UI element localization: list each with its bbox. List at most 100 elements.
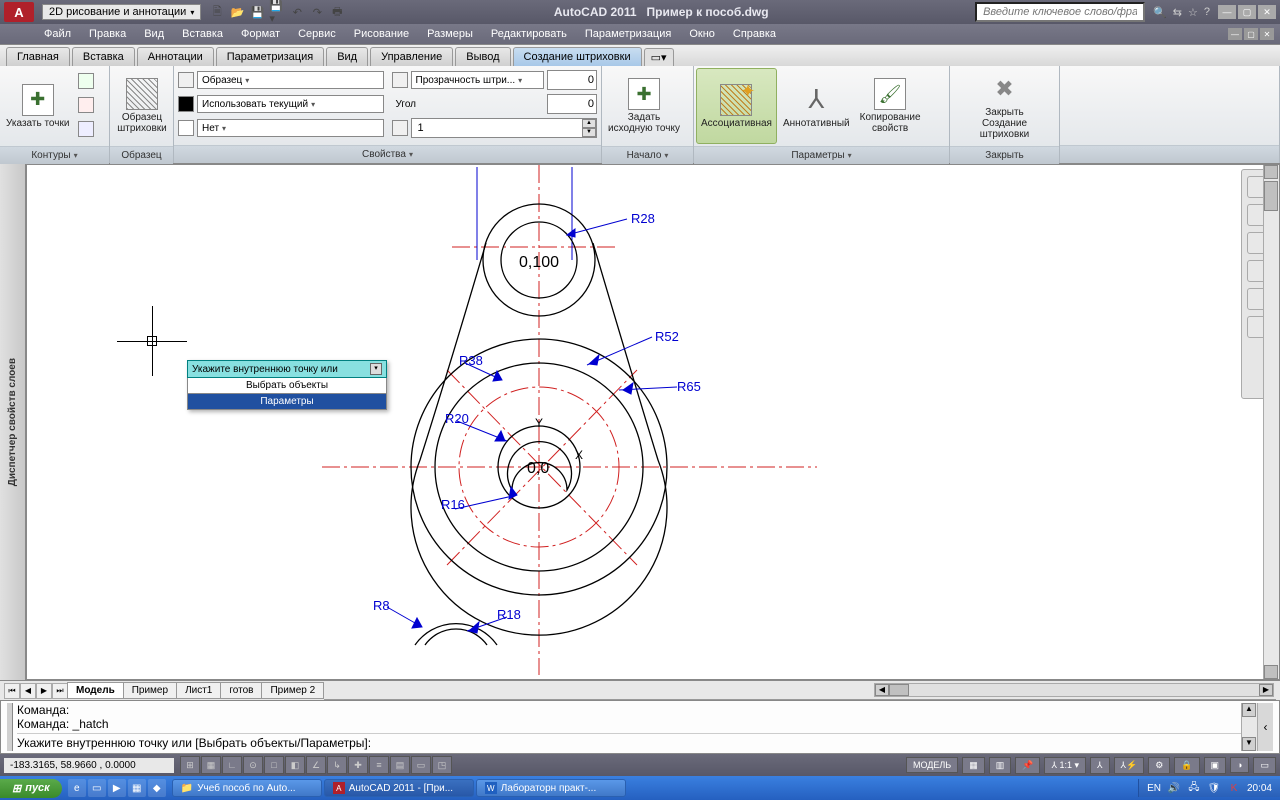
polar-toggle[interactable]: ⊙	[243, 756, 263, 774]
background-dropdown[interactable]: Нет	[197, 119, 384, 137]
layout-tab-model[interactable]: Модель	[67, 682, 124, 699]
tray-clock[interactable]: 20:04	[1247, 783, 1272, 794]
coords-readout[interactable]: -183.3165, 58.9660 , 0.0000	[4, 758, 174, 773]
lang-indicator[interactable]: EN	[1147, 783, 1161, 794]
spinner-up[interactable]: ▲	[582, 119, 596, 128]
cmd-expand-button[interactable]: ‹	[1257, 703, 1273, 751]
mdi-minimize[interactable]: —	[1228, 28, 1242, 40]
tray-kaspersky-icon[interactable]: K	[1227, 781, 1241, 795]
3dosnap-toggle[interactable]: ◧	[285, 756, 305, 774]
annoscale-lock[interactable]: 📌	[1015, 757, 1040, 774]
scroll-down-button[interactable]	[1264, 665, 1278, 679]
hatch-color-dropdown[interactable]: Использовать текущий	[197, 95, 384, 113]
layout-tab-4[interactable]: Пример 2	[261, 682, 324, 699]
workspace-dropdown[interactable]: 2D рисование и аннотации ▾	[42, 4, 201, 20]
isolate-objects[interactable]: ◑	[1230, 757, 1249, 773]
help-search-input[interactable]	[975, 2, 1145, 22]
mdi-restore[interactable]: ▢	[1244, 28, 1258, 40]
cmd-prompt[interactable]: Укажите внутреннюю точку или [Выбрать об…	[17, 733, 1241, 750]
menu-modify[interactable]: Редактировать	[491, 28, 567, 40]
system-tray[interactable]: EN 🔊 🖧 🛡 K 20:04	[1138, 779, 1280, 797]
quick-view-button[interactable]: ▥	[989, 757, 1012, 774]
clean-screen[interactable]: ▭	[1253, 757, 1276, 774]
snap-toggle[interactable]: ⊞	[180, 756, 200, 774]
mdi-close[interactable]: ✕	[1260, 28, 1274, 40]
minimize-button[interactable]: —	[1218, 5, 1236, 19]
annotation-visibility[interactable]: ⅄	[1090, 757, 1110, 774]
tab-nav-first[interactable]: ⏮	[4, 683, 20, 699]
set-origin-button[interactable]: ✚ Задать исходную точку	[604, 68, 684, 144]
tab-extra-dropdown[interactable]: ▭▾	[644, 48, 674, 66]
tab-hatch-creation[interactable]: Создание штриховки	[513, 47, 642, 66]
hardware-accel[interactable]: ▣	[1204, 757, 1227, 774]
start-button[interactable]: ⊞ пуск	[0, 779, 62, 798]
menu-help[interactable]: Справка	[733, 28, 776, 40]
panel-boundaries-title[interactable]: Контуры	[0, 146, 109, 164]
pick-points-button[interactable]: ✚ Указать точки	[2, 68, 73, 144]
close-hatch-button[interactable]: ✖ Закрыть Создание штриховки	[952, 68, 1057, 144]
drawing-canvas[interactable]: R28 R52 R65 R38 R20 R16 R8 R18 0,100 0,0…	[26, 164, 1280, 680]
panel-origin-title[interactable]: Начало	[602, 146, 693, 164]
cmd-scroll-down[interactable]: ▼	[1242, 737, 1256, 751]
recreate-boundary-button[interactable]	[75, 118, 97, 140]
menu-parametric[interactable]: Параметризация	[585, 28, 671, 40]
binoculars-icon[interactable]: 🔍	[1153, 6, 1167, 19]
popup-menu-icon[interactable]: ▾	[370, 363, 382, 375]
workspace-switch[interactable]: ⚙	[1148, 757, 1170, 774]
tab-output[interactable]: Вывод	[455, 47, 510, 66]
associative-button[interactable]: ✦ Ассоциативная	[696, 68, 777, 144]
tab-parametric[interactable]: Параметризация	[216, 47, 324, 66]
popup-option-parameters[interactable]: Параметры	[187, 394, 387, 410]
tpy-toggle[interactable]: ▤	[390, 756, 410, 774]
horizontal-scrollbar[interactable]: ◀ ▶	[874, 683, 1274, 697]
layer-palette-bar[interactable]: Диспетчер свойств слоев	[0, 164, 26, 680]
command-line[interactable]: Команда: Команда: _hatch Укажите внутрен…	[0, 700, 1280, 754]
layout-tab-1[interactable]: Пример	[123, 682, 177, 699]
menu-view[interactable]: Вид	[144, 28, 164, 40]
ortho-toggle[interactable]: ∟	[222, 756, 242, 774]
tray-network-icon[interactable]: 🖧	[1187, 781, 1201, 795]
tab-annotate[interactable]: Аннотации	[137, 47, 214, 66]
menu-dimension[interactable]: Размеры	[427, 28, 473, 40]
tab-insert[interactable]: Вставка	[72, 47, 135, 66]
spinner-down[interactable]: ▼	[582, 128, 596, 137]
pattern-type-dropdown[interactable]: Образец	[197, 71, 384, 89]
tab-nav-prev[interactable]: ◀	[20, 683, 36, 699]
otrack-toggle[interactable]: ∠	[306, 756, 326, 774]
grid-toggle[interactable]: ▦	[201, 756, 221, 774]
menu-window[interactable]: Окно	[689, 28, 715, 40]
tab-nav-next[interactable]: ▶	[36, 683, 52, 699]
ducs-toggle[interactable]: ↳	[327, 756, 347, 774]
qat-undo-icon[interactable]: ↶	[289, 4, 305, 20]
hscroll-thumb[interactable]	[889, 684, 909, 696]
cmdline-grip[interactable]	[7, 703, 13, 751]
ql-media-icon[interactable]: ▶	[108, 779, 126, 797]
tray-shield-icon[interactable]: 🛡	[1207, 781, 1221, 795]
ql-desktop-icon[interactable]: ▭	[88, 779, 106, 797]
remove-boundary-button[interactable]	[75, 94, 97, 116]
sc-toggle[interactable]: ◳	[432, 756, 452, 774]
task-autocad[interactable]: AAutoCAD 2011 - [При...	[324, 779, 474, 797]
model-space-button[interactable]: МОДЕЛЬ	[906, 757, 958, 773]
layout-quick-button[interactable]: ▦	[962, 757, 985, 774]
annoscale-dropdown[interactable]: ⅄ 1:1 ▾	[1044, 757, 1086, 774]
maximize-button[interactable]: ▢	[1238, 5, 1256, 19]
annotative-button[interactable]: ⅄ Аннотативный	[779, 68, 854, 144]
menu-file[interactable]: Файл	[44, 28, 71, 40]
osnap-toggle[interactable]: □	[264, 756, 284, 774]
match-properties-button[interactable]: 🖌 Копирование свойств	[856, 68, 925, 144]
menu-insert[interactable]: Вставка	[182, 28, 223, 40]
tab-home[interactable]: Главная	[6, 47, 70, 66]
ql-app-icon[interactable]: ◆	[148, 779, 166, 797]
qp-toggle[interactable]: ▭	[411, 756, 431, 774]
cmd-vscroll[interactable]: ▲ ▼	[1241, 703, 1257, 751]
vertical-scrollbar[interactable]	[1263, 165, 1279, 679]
menu-edit[interactable]: Правка	[89, 28, 126, 40]
hscroll-right[interactable]: ▶	[1259, 684, 1273, 696]
qat-saveas-icon[interactable]: 💾▾	[269, 4, 285, 20]
help-icon[interactable]: ?	[1204, 6, 1210, 19]
qat-print-icon[interactable]: 🖶	[329, 4, 345, 20]
app-menu-button[interactable]: A	[4, 2, 34, 22]
panel-options-title[interactable]: Параметры	[694, 146, 949, 164]
transparency-dropdown[interactable]: Прозрачность штри...	[411, 71, 545, 89]
